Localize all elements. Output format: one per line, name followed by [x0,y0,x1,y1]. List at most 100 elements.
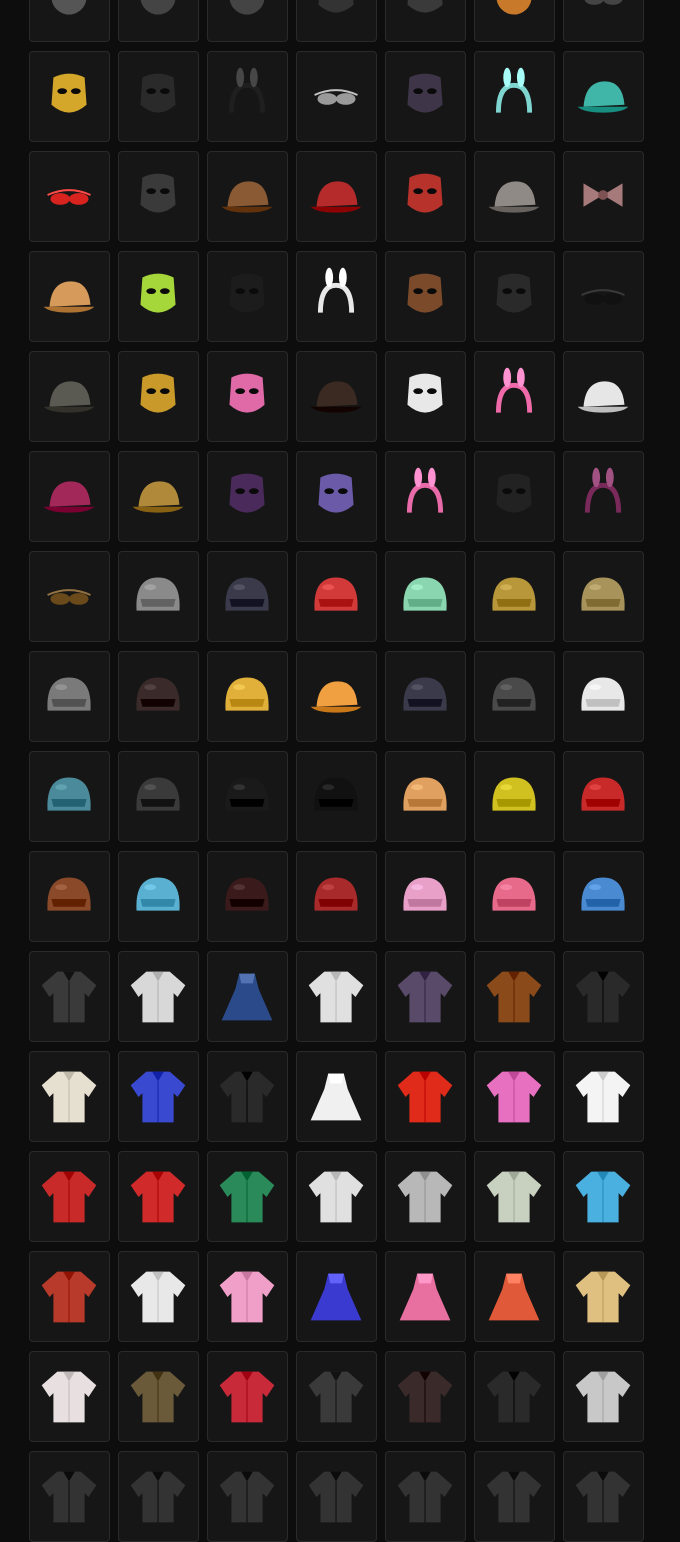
inventory-item[interactable] [474,551,555,642]
inventory-item[interactable] [118,0,199,42]
inventory-item[interactable] [207,0,288,42]
inventory-item[interactable] [296,1151,377,1242]
inventory-item[interactable] [207,751,288,842]
inventory-item[interactable] [118,1451,199,1542]
inventory-item[interactable] [385,651,466,742]
inventory-item[interactable] [207,1251,288,1342]
inventory-item[interactable] [385,1351,466,1442]
inventory-item[interactable] [118,851,199,942]
inventory-item[interactable] [474,451,555,542]
inventory-item[interactable] [385,1051,466,1142]
inventory-item[interactable] [474,151,555,242]
inventory-item[interactable] [474,1451,555,1542]
inventory-item[interactable] [29,1251,110,1342]
inventory-item[interactable] [385,0,466,42]
inventory-item[interactable] [207,651,288,742]
inventory-item[interactable] [118,151,199,242]
inventory-item[interactable] [118,351,199,442]
inventory-item[interactable] [29,251,110,342]
inventory-item[interactable] [118,51,199,142]
inventory-item[interactable] [29,1151,110,1242]
inventory-item[interactable] [563,651,644,742]
inventory-item[interactable] [207,51,288,142]
inventory-item[interactable] [385,751,466,842]
inventory-item[interactable] [118,1051,199,1142]
inventory-item[interactable] [29,851,110,942]
inventory-item[interactable] [474,951,555,1042]
inventory-item[interactable] [29,1351,110,1442]
inventory-item[interactable] [118,1251,199,1342]
inventory-item[interactable] [207,1151,288,1242]
inventory-item[interactable] [29,151,110,242]
inventory-item[interactable] [563,751,644,842]
inventory-item[interactable] [118,651,199,742]
inventory-item[interactable] [563,1351,644,1442]
inventory-item[interactable] [118,1151,199,1242]
inventory-item[interactable] [296,251,377,342]
inventory-item[interactable] [207,551,288,642]
inventory-item[interactable] [296,1251,377,1342]
inventory-item[interactable] [29,1051,110,1142]
inventory-item[interactable] [296,1351,377,1442]
inventory-item[interactable] [118,951,199,1042]
inventory-item[interactable] [296,551,377,642]
inventory-item[interactable] [207,1451,288,1542]
inventory-item[interactable] [29,651,110,742]
inventory-item[interactable] [29,0,110,42]
inventory-item[interactable] [563,1451,644,1542]
inventory-item[interactable] [296,751,377,842]
inventory-item[interactable] [118,451,199,542]
inventory-item[interactable] [29,1451,110,1542]
inventory-item[interactable] [296,351,377,442]
inventory-item[interactable] [207,1351,288,1442]
inventory-item[interactable] [474,1251,555,1342]
inventory-item[interactable] [29,451,110,542]
inventory-item[interactable] [118,1351,199,1442]
inventory-item[interactable] [385,151,466,242]
inventory-item[interactable] [385,351,466,442]
inventory-item[interactable] [207,451,288,542]
inventory-item[interactable] [563,51,644,142]
inventory-item[interactable] [296,51,377,142]
inventory-item[interactable] [296,451,377,542]
inventory-item[interactable] [563,951,644,1042]
inventory-item[interactable] [563,1151,644,1242]
inventory-item[interactable] [474,751,555,842]
inventory-item[interactable] [207,151,288,242]
inventory-item[interactable] [385,551,466,642]
inventory-item[interactable] [207,251,288,342]
inventory-item[interactable] [207,851,288,942]
inventory-item[interactable] [118,251,199,342]
inventory-item[interactable] [563,1051,644,1142]
inventory-item[interactable] [207,1051,288,1142]
inventory-item[interactable] [474,0,555,42]
inventory-item[interactable] [474,851,555,942]
inventory-item[interactable] [563,351,644,442]
inventory-item[interactable] [296,0,377,42]
inventory-item[interactable] [563,551,644,642]
inventory-item[interactable] [385,251,466,342]
inventory-item[interactable] [563,0,644,42]
inventory-item[interactable] [474,1351,555,1442]
inventory-item[interactable] [29,751,110,842]
inventory-item[interactable] [296,151,377,242]
inventory-item[interactable] [474,251,555,342]
inventory-item[interactable] [296,951,377,1042]
inventory-item[interactable] [296,1451,377,1542]
inventory-item[interactable] [385,451,466,542]
inventory-item[interactable] [474,1051,555,1142]
inventory-item[interactable] [29,951,110,1042]
inventory-item[interactable] [118,551,199,642]
inventory-item[interactable] [563,851,644,942]
inventory-item[interactable] [474,651,555,742]
inventory-item[interactable] [385,51,466,142]
inventory-item[interactable] [385,1251,466,1342]
inventory-item[interactable] [296,851,377,942]
inventory-item[interactable] [563,451,644,542]
inventory-item[interactable] [29,351,110,442]
inventory-item[interactable] [474,51,555,142]
inventory-item[interactable] [385,1151,466,1242]
inventory-item[interactable] [385,1451,466,1542]
inventory-item[interactable] [563,251,644,342]
inventory-item[interactable] [118,751,199,842]
